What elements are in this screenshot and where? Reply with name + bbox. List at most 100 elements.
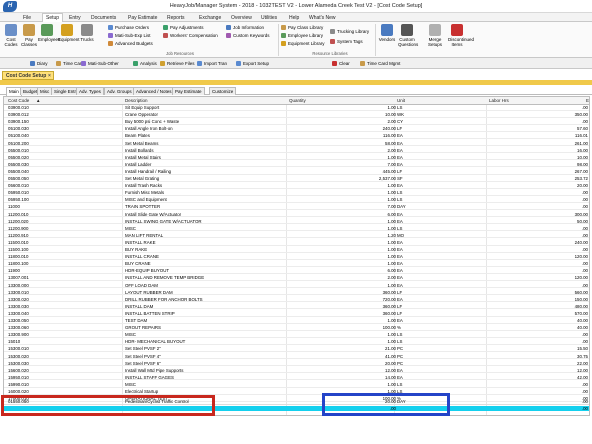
cell-quantity[interactable]: 720.00 — [344, 297, 396, 303]
cell-quantity[interactable]: 12.00 — [344, 368, 396, 374]
close-icon[interactable]: × — [48, 72, 51, 80]
job-information-button[interactable]: Job Information — [226, 24, 264, 31]
cell-cost-code[interactable]: 05950.010 — [8, 190, 68, 196]
cell-cost-code[interactable]: 05100.200 — [8, 141, 68, 147]
cell-description[interactable]: Set Steel PVSF 2" — [125, 346, 295, 352]
cell-cost-code[interactable]: 16000.020 — [8, 389, 68, 395]
cell-quantity[interactable]: 10.00 — [344, 112, 396, 118]
menu-reports[interactable]: Reports — [164, 14, 188, 22]
table-row[interactable]: 13007.001 INSTALL AND REMOVE TEMP BRIDGE 2… — [4, 275, 589, 282]
menu-documents[interactable]: Documents — [88, 14, 119, 22]
cell-extra[interactable]: 22.00 — [524, 361, 588, 367]
cell-description[interactable]: Set Metal Grating — [125, 176, 295, 182]
cell-unit[interactable]: % — [397, 325, 427, 331]
cell-description[interactable]: Electrical Startup — [125, 389, 295, 395]
cell-cost-code[interactable]: 05500.030 — [8, 162, 68, 168]
cell-extra[interactable]: .00 — [524, 283, 588, 289]
clear-button[interactable]: Clear — [332, 60, 350, 67]
cell-unit[interactable]: EA — [397, 368, 427, 374]
cell-cost-code[interactable]: 05100.030 — [8, 126, 68, 132]
cell-cost-code[interactable]: 05500.020 — [8, 155, 68, 161]
cell-cost-code[interactable]: 11200.010 — [8, 212, 68, 218]
cell-labor-hrs[interactable] — [444, 155, 524, 161]
cell-quantity[interactable]: 1.00 — [344, 197, 396, 203]
document-tab-cost-code-setup[interactable]: Cost Code Setup × — [2, 71, 54, 80]
cell-labor-hrs[interactable] — [444, 261, 524, 267]
cell-extra[interactable]: .00 — [524, 339, 588, 345]
tab-advanced-notes[interactable]: Advanced / Notes — [133, 87, 175, 95]
cell-cost-code[interactable]: 15950.010 — [8, 375, 68, 381]
cell-description[interactable]: Install Slide Gate W/Actuator — [125, 212, 295, 218]
cell-unit[interactable]: LF — [397, 126, 427, 132]
cell-quantity[interactable]: 1.00 — [344, 105, 396, 111]
cell-unit[interactable]: LF — [397, 290, 427, 296]
cell-labor-hrs[interactable] — [444, 389, 524, 395]
cell-labor-hrs[interactable] — [444, 354, 524, 360]
cell-cost-code[interactable]: 15600.020 — [8, 368, 68, 374]
cell-quantity[interactable]: 7.00 — [344, 162, 396, 168]
employees-button[interactable]: Employees — [38, 24, 60, 52]
purchase-orders-button[interactable]: Purchase Orders — [108, 24, 149, 31]
merge-setups-button[interactable]: Merge Setups — [426, 24, 444, 52]
employee-library-button[interactable]: Employee Library — [281, 32, 323, 39]
cell-labor-hrs[interactable] — [444, 141, 524, 147]
cell-labor-hrs[interactable] — [444, 190, 524, 196]
cell-cost-code[interactable]: 03900.150 — [8, 119, 68, 125]
cell-quantity[interactable]: 1.00 — [344, 219, 396, 225]
table-row[interactable]: 15300.010 Set Steel PVSF 2" 21.00 PC 15.50 — [4, 346, 589, 353]
cell-unit[interactable]: LF — [397, 169, 427, 175]
cell-extra[interactable]: 300.00 — [524, 212, 588, 218]
cell-description[interactable]: MISC and Equipment — [125, 197, 295, 203]
cell-description[interactable]: MISC — [125, 332, 295, 338]
pay-class-library-button[interactable]: Pay Class Library — [281, 24, 323, 31]
table-row[interactable]: 13300.020 DRILL RUBBER FOR ANCHOR BOLTS 72… — [4, 297, 589, 303]
cell-description[interactable]: Install Wall Mtd Pipe Supports — [125, 368, 295, 374]
cell-unit[interactable]: LS — [397, 332, 427, 338]
table-row[interactable]: 13300.030 INSTALL DAM 360.00 LF 480.00 — [4, 304, 589, 310]
table-row[interactable]: 15300.020 Set Steel PVSF 4" 41.00 PC 30.75 — [4, 354, 589, 360]
cell-extra[interactable]: .00 — [524, 261, 588, 267]
cell-quantity[interactable]: 360.00 — [344, 290, 396, 296]
equipment-library-button[interactable]: Equipment Library — [281, 40, 325, 47]
pay-adjustments-button[interactable]: Pay Adjustments — [163, 24, 204, 31]
cell-cost-code[interactable]: 15300.020 — [8, 354, 68, 360]
cell-labor-hrs[interactable] — [444, 297, 524, 303]
cell-labor-hrs[interactable] — [444, 169, 524, 175]
cell-description[interactable]: Install Bollards — [125, 148, 295, 154]
cell-quantity[interactable]: 2.00 — [344, 275, 396, 281]
tab-adv-types[interactable]: Adv. Types — [76, 87, 104, 95]
cell-description[interactable]: INSTALL DAM — [125, 304, 295, 310]
cell-extra[interactable]: 40.00 — [524, 325, 588, 331]
cell-unit[interactable]: WK — [397, 112, 427, 118]
cell-extra[interactable]: 116.01 — [524, 133, 588, 139]
cell-description[interactable]: TRAIN SPOTTER — [125, 204, 295, 210]
cell-description[interactable]: Buy 5000 psi Conc + Waste — [125, 119, 295, 125]
table-row[interactable]: 11500.100 BUY RAKE 1.00 EA .00 — [4, 247, 589, 253]
cell-extra[interactable]: 120.00 — [524, 254, 588, 260]
cell-labor-hrs[interactable] — [444, 183, 524, 189]
cell-description[interactable]: Install Metal Stairs — [125, 155, 295, 161]
cell-description[interactable]: DRILL RUBBER FOR ANCHOR BOLTS — [125, 297, 295, 303]
cell-labor-hrs[interactable] — [444, 105, 524, 111]
cell-cost-code[interactable]: 03900.010 — [8, 105, 68, 111]
cell-unit[interactable]: LS — [397, 105, 427, 111]
table-row[interactable]: 03900.010 Sit Equip Support 1.00 LS .00 — [4, 105, 589, 111]
table-row[interactable]: 11500.010 INSTALL RAKE 1.00 EA 240.00 — [4, 240, 589, 246]
menu-entry[interactable]: Entry — [66, 14, 84, 22]
cell-unit[interactable]: EA — [397, 141, 427, 147]
cell-quantity[interactable]: 6.00 — [344, 212, 396, 218]
cell-description[interactable]: LAYOUT RUBBER DAM — [125, 290, 295, 296]
cell-labor-hrs[interactable] — [444, 361, 524, 367]
import-tran-button[interactable]: Import Tran — [197, 60, 227, 67]
cell-cost-code[interactable]: 11500.100 — [8, 247, 68, 253]
advanced-budgets-button[interactable]: Advanced Budgets — [108, 40, 153, 47]
cell-description[interactable]: Install Ladder — [125, 162, 295, 168]
cell-unit[interactable]: LS — [397, 226, 427, 232]
cell-extra[interactable]: 120.00 — [524, 275, 588, 281]
cell-cost-code[interactable]: 11200.910 — [8, 233, 68, 239]
cell-unit[interactable]: EA — [397, 375, 427, 381]
cell-labor-hrs[interactable] — [444, 126, 524, 132]
cell-description[interactable]: HDR- MECHANICAL BUYOUT — [125, 339, 295, 345]
table-row[interactable]: 05950.010 Furnish Misc Metals 1.00 LS .00 — [4, 190, 589, 196]
cell-description[interactable]: Beam Plates — [125, 133, 295, 139]
